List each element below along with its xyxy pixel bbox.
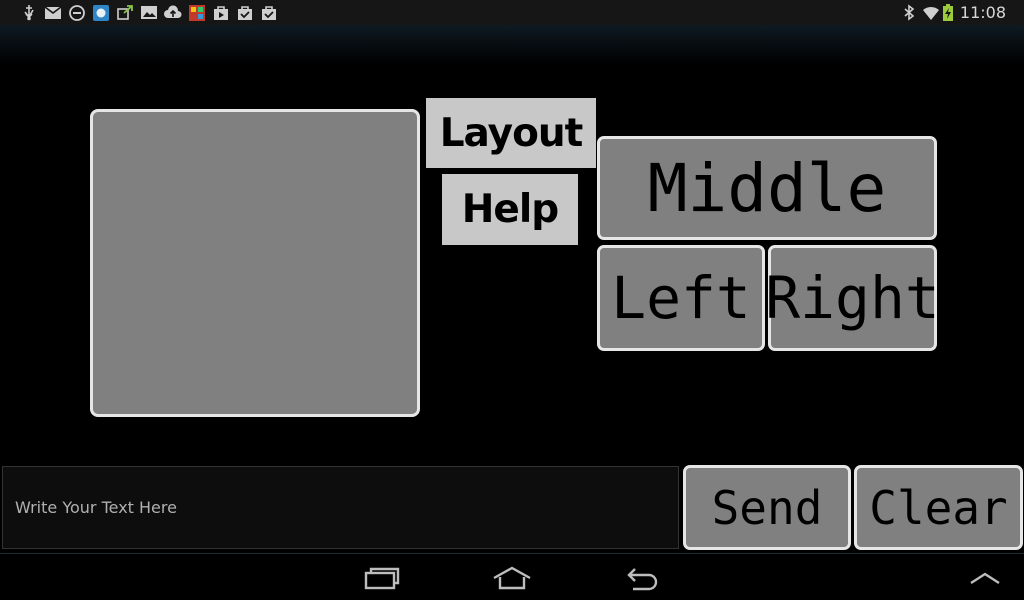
menu-up-icon[interactable] (955, 560, 1015, 596)
middle-click-button[interactable]: Middle (597, 136, 937, 240)
cloud-upload-icon (164, 4, 182, 21)
home-icon[interactable] (482, 560, 542, 596)
wifi-icon (922, 4, 940, 21)
play-store-icon (212, 4, 230, 21)
app-screen: 11:08 Layout Help Middle Left Right Send… (0, 0, 1024, 600)
clear-button[interactable]: Clear (854, 465, 1023, 550)
download-done-icon (236, 4, 254, 21)
recent-apps-icon[interactable] (352, 560, 412, 596)
sync-icon (116, 4, 134, 21)
battery-charging-icon (942, 4, 954, 21)
bluetooth-icon (900, 4, 918, 21)
image-icon (140, 4, 158, 21)
right-click-button[interactable]: Right (765, 245, 940, 351)
do-not-disturb-icon (68, 4, 86, 21)
status-bar: 11:08 (0, 0, 1024, 25)
layout-button[interactable]: Layout (426, 98, 596, 168)
game-icon (188, 4, 206, 21)
back-icon[interactable] (612, 560, 672, 596)
touchpad-area[interactable] (90, 109, 420, 417)
action-bar-shadow (0, 25, 1024, 65)
left-click-button[interactable]: Left (597, 245, 765, 351)
app-icon (92, 4, 110, 21)
usb-icon (20, 4, 38, 21)
gmail-icon (44, 4, 62, 21)
download-done-icon (260, 4, 278, 21)
text-input[interactable] (2, 466, 679, 549)
help-button[interactable]: Help (442, 174, 578, 245)
send-button[interactable]: Send (683, 465, 851, 550)
navigation-bar (0, 553, 1024, 600)
clock: 11:08 (959, 3, 1006, 22)
